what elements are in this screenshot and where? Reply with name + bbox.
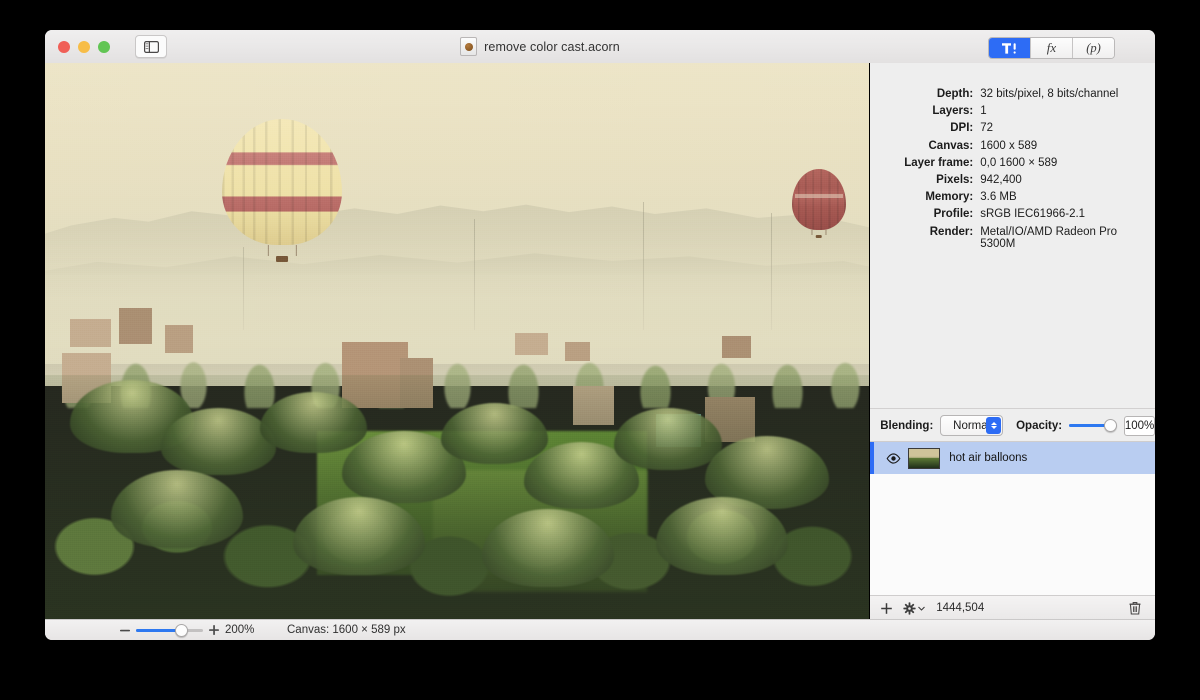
add-layer-button[interactable] <box>880 602 893 615</box>
layer-settings-button[interactable] <box>903 601 926 615</box>
zoom-controls[interactable]: 200% <box>120 623 259 637</box>
chevron-down-icon <box>918 606 926 611</box>
table-row[interactable]: hot air balloons <box>870 442 1155 474</box>
tab-filters-label: fx <box>1046 40 1057 55</box>
cursor-coordinates: 1444,504 <box>936 602 985 614</box>
plus-icon <box>881 602 893 614</box>
metadata-row: Depth: 32 bits/pixel, 8 bits/channel <box>870 88 1155 100</box>
metadata-value: 72 <box>980 122 994 135</box>
trash-icon <box>1129 602 1141 615</box>
zoom-button[interactable] <box>98 40 110 53</box>
canvas-image <box>45 63 870 620</box>
plus-icon <box>209 625 219 635</box>
metadata-row: Profile: sRGB IEC61966-2.1 <box>870 208 1155 220</box>
chevron-updown-icon <box>986 417 1002 434</box>
metadata-row: Memory: 3.6 MB <box>870 191 1155 203</box>
opacity-slider[interactable] <box>1069 419 1117 432</box>
metadata-key: Layers: <box>932 105 974 118</box>
metadata-row: Render: Metal/IO/AMD Radeon Pro 5300M <box>870 226 1155 250</box>
zoom-out-button[interactable] <box>120 629 130 632</box>
layer-toolbar: 1444,504 <box>870 595 1155 620</box>
close-button[interactable] <box>58 40 70 53</box>
tab-presets-label: (p) <box>1086 40 1101 55</box>
zoom-in-button[interactable] <box>209 625 219 635</box>
metadata-key: DPI: <box>950 122 974 135</box>
metadata-key: Depth: <box>936 88 974 100</box>
gear-icon <box>903 601 916 615</box>
minus-icon <box>120 629 130 631</box>
delete-layer-button[interactable] <box>1129 601 1141 615</box>
metadata-value: Metal/IO/AMD Radeon Pro 5300M <box>980 225 1117 250</box>
blending-mode-select[interactable]: Normal <box>940 415 1004 436</box>
metadata-key: Memory: <box>925 191 974 204</box>
inspector-panel: Depth: 32 bits/pixel, 8 bits/channel Lay… <box>869 63 1155 620</box>
eye-icon <box>886 452 901 464</box>
canvas-pane[interactable] <box>45 63 870 620</box>
metadata-value: 3.6 MB <box>980 191 1017 204</box>
document-title: remove color cast.acorn <box>484 39 620 54</box>
metadata-key: Render: <box>929 225 974 238</box>
opacity-slider-knob[interactable] <box>1103 419 1117 432</box>
status-bar: 200% Canvas: 1600 × 589 px <box>45 619 1155 640</box>
layer-visibility-toggle[interactable] <box>886 452 901 464</box>
window-body: Depth: 32 bits/pixel, 8 bits/channel Lay… <box>45 63 1155 620</box>
opacity-label: Opacity: <box>1016 419 1063 432</box>
metadata-key: Pixels: <box>936 173 974 186</box>
canvas-size-label: Canvas: 1600 × 589 px <box>287 624 406 636</box>
app-window: remove color cast.acorn fx (p) Depth: 32… <box>45 30 1155 640</box>
blending-label: Blending: <box>880 419 934 432</box>
selection-accent-bar <box>870 442 875 474</box>
window-titlebar: remove color cast.acorn fx (p) <box>45 30 1155 64</box>
sidebar-toggle-icon <box>143 40 159 53</box>
blending-bar: Blending: Normal Opacity: 100% <box>870 408 1155 442</box>
metadata-row: Pixels: 942,400 <box>870 174 1155 186</box>
tab-filters[interactable]: fx <box>1031 38 1073 58</box>
opacity-value-field[interactable]: 100% <box>1123 415 1155 436</box>
metadata-row: Layer frame: 0,0 1600 × 589 <box>870 157 1155 169</box>
zoom-slider-knob[interactable] <box>175 623 188 637</box>
metadata-value: 1600 x 589 <box>980 139 1038 152</box>
zoom-slider[interactable] <box>136 623 203 637</box>
image-metadata-list: Depth: 32 bits/pixel, 8 bits/channel Lay… <box>870 63 1155 255</box>
zoom-level-label: 200% <box>225 624 255 636</box>
layer-thumbnail <box>908 447 941 469</box>
metadata-row: Layers: 1 <box>870 105 1155 117</box>
metadata-value: 0,0 1600 × 589 <box>980 156 1058 169</box>
metadata-row: DPI: 72 <box>870 122 1155 134</box>
metadata-value: sRGB IEC61966-2.1 <box>980 208 1086 221</box>
tab-presets[interactable]: (p) <box>1073 38 1114 58</box>
traffic-lights <box>58 40 110 53</box>
layer-name[interactable]: hot air balloons <box>949 452 1027 464</box>
metadata-key: Canvas: <box>928 139 974 152</box>
acorn-document-icon <box>460 37 478 56</box>
metadata-value: 32 bits/pixel, 8 bits/channel <box>980 88 1119 100</box>
metadata-key: Layer frame: <box>904 156 974 169</box>
inspector-mode-segmented-control[interactable]: fx (p) <box>988 37 1115 59</box>
tab-inspector[interactable] <box>989 38 1031 58</box>
hammer-info-icon <box>1002 42 1016 54</box>
metadata-key: Profile: <box>933 208 974 221</box>
metadata-value: 1 <box>980 105 987 118</box>
metadata-value: 942,400 <box>980 173 1022 186</box>
sidebar-toggle-button[interactable] <box>135 35 167 58</box>
metadata-row: Canvas: 1600 x 589 <box>870 140 1155 152</box>
minimize-button[interactable] <box>78 40 90 53</box>
layer-list[interactable]: hot air balloons <box>870 441 1155 597</box>
